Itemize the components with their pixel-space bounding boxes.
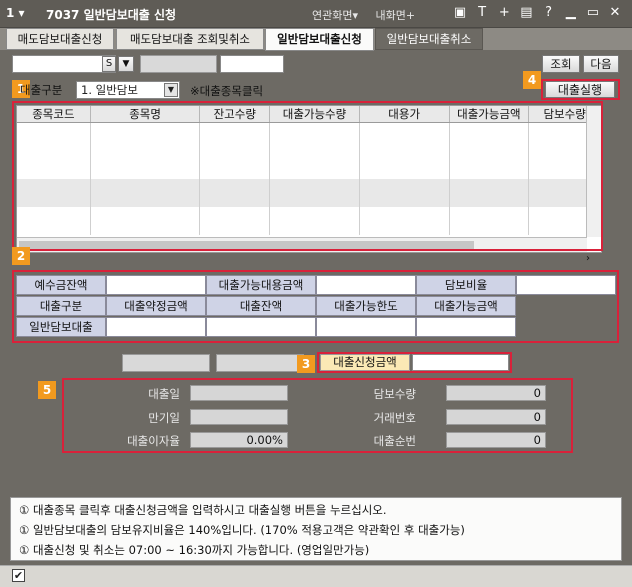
trade-no-label: 거래번호 — [373, 411, 416, 425]
collateral-ratio-value — [516, 275, 616, 295]
password-field[interactable] — [220, 55, 284, 73]
request-amount-label: 대출신청금액 — [320, 354, 410, 371]
account-dropdown-button[interactable]: ▼ — [118, 56, 134, 72]
print-icon[interactable]: ▤ — [518, 5, 534, 20]
notice-line: ① 대출신청 및 취소는 07:00 ~ 16:30까지 가능합니다. (영업일… — [19, 543, 370, 557]
loan-date-label: 대출일 — [148, 387, 180, 401]
loan-limit-value — [316, 317, 416, 337]
plus-icon[interactable]: + — [496, 5, 512, 20]
chevron-down-icon[interactable]: ▼ — [164, 83, 178, 97]
title-bar: 1 ▾ 7037 일반담보대출 신청 연관화면▾ 내화면+ ▣ T + ▤ ? … — [0, 0, 632, 28]
notice-line: ① 대출종목 클릭후 대출신청금액을 입력하시고 대출실행 버튼을 누르십시오. — [19, 503, 387, 517]
loan-balance-value — [206, 317, 316, 337]
loan-type-selected: 1. 일반담보 — [81, 83, 138, 97]
loan-avail-sub-value — [316, 275, 416, 295]
badge-3: 3 — [297, 355, 315, 373]
loan-seq-value: 0 — [446, 432, 546, 448]
status-bar: ✔ — [0, 565, 632, 587]
close-icon[interactable]: ✕ — [607, 5, 623, 20]
loan-date-value — [190, 385, 288, 401]
summary-col-loan-balance: 대출잔액 — [206, 296, 316, 316]
next-button[interactable]: 다음 — [583, 55, 619, 73]
screen-icon[interactable]: ▣ — [452, 5, 468, 20]
collateral-qty-value: 0 — [446, 385, 546, 401]
agreed-amount-value — [106, 317, 206, 337]
collateral-qty-label: 담보수량 — [373, 387, 416, 401]
summary-col-loan-limit: 대출가능한도 — [316, 296, 416, 316]
summary-col-agreed-amount: 대출약정금액 — [106, 296, 206, 316]
window-title: 7037 일반담보대출 신청 — [46, 8, 177, 22]
minimize-icon[interactable]: ▁ — [563, 5, 579, 20]
summary-col-loan-available: 대출가능금액 — [416, 296, 516, 316]
request-field-a — [122, 354, 210, 372]
maximize-icon[interactable]: ▭ — [585, 5, 601, 20]
request-field-b — [216, 354, 304, 372]
loan-seq-label: 대출순번 — [373, 434, 416, 448]
maturity-value — [190, 409, 288, 425]
notice-box: ① 대출종목 클릭후 대출신청금액을 입력하시고 대출실행 버튼을 누르십시오.… — [10, 497, 622, 561]
related-screen-link[interactable]: 연관화면▾ — [312, 9, 358, 22]
loan-execute-button[interactable]: 대출실행 — [545, 81, 615, 98]
interest-value: 0.00% — [190, 432, 288, 448]
account-s-button[interactable]: S — [102, 56, 116, 72]
summary-col-loan-type: 대출구분 — [16, 296, 106, 316]
account-input[interactable] — [12, 55, 116, 73]
tab-bar: 매도담보대출신청 매도담보대출 조회및취소 일반담보대출신청 일반담보대출취소 — [0, 28, 632, 51]
loan-type-select[interactable]: 1. 일반담보 ▼ — [76, 81, 180, 99]
trade-no-value: 0 — [446, 409, 546, 425]
loan-avail-sub-label: 대출가능대용금액 — [206, 275, 316, 295]
tab-general-collateral-apply[interactable]: 일반담보대출신청 — [265, 28, 374, 51]
general-loan-row-label: 일반담보대출 — [16, 317, 106, 337]
tab-sell-collateral-query[interactable]: 매도담보대출 조회및취소 — [116, 28, 264, 50]
screen-number-text: 1 — [6, 6, 15, 20]
badge-5: 5 — [38, 381, 56, 399]
title-icons: ▣ T + ▤ ? ▁ ▭ ✕ — [452, 5, 625, 20]
loan-type-label: 대출구분 — [20, 83, 63, 97]
deposit-label: 예수금잔액 — [16, 275, 106, 295]
grid-highlight — [12, 101, 603, 251]
chevron-right-icon[interactable]: › — [586, 253, 590, 264]
collateral-ratio-label: 담보비율 — [416, 275, 516, 295]
my-screen-link[interactable]: 내화면+ — [376, 9, 416, 22]
deposit-value — [106, 275, 206, 295]
request-amount-input[interactable] — [412, 354, 509, 371]
loan-available-value — [416, 317, 516, 337]
text-icon[interactable]: T — [474, 5, 490, 20]
tab-general-collateral-cancel[interactable]: 일반담보대출취소 — [375, 28, 483, 50]
help-icon[interactable]: ? — [541, 5, 557, 20]
notice-line: ① 일반담보대출의 담보유지비율은 140%입니다. (170% 적용고객은 약… — [19, 523, 465, 537]
loan-item-hint: ※대출종목클릭 — [190, 84, 264, 98]
query-button[interactable]: 조회 — [542, 55, 580, 73]
status-checkbox[interactable]: ✔ — [12, 569, 25, 582]
interest-label: 대출이자율 — [127, 434, 180, 448]
account-name-field — [140, 55, 217, 73]
tab-sell-collateral-apply[interactable]: 매도담보대출신청 — [6, 28, 114, 50]
screen-number[interactable]: 1 ▾ — [6, 6, 25, 20]
badge-4: 4 — [523, 71, 541, 89]
badge-2: 2 — [12, 247, 30, 265]
title-links: 연관화면▾ 내화면+ — [312, 7, 429, 23]
maturity-label: 만기일 — [148, 411, 180, 425]
